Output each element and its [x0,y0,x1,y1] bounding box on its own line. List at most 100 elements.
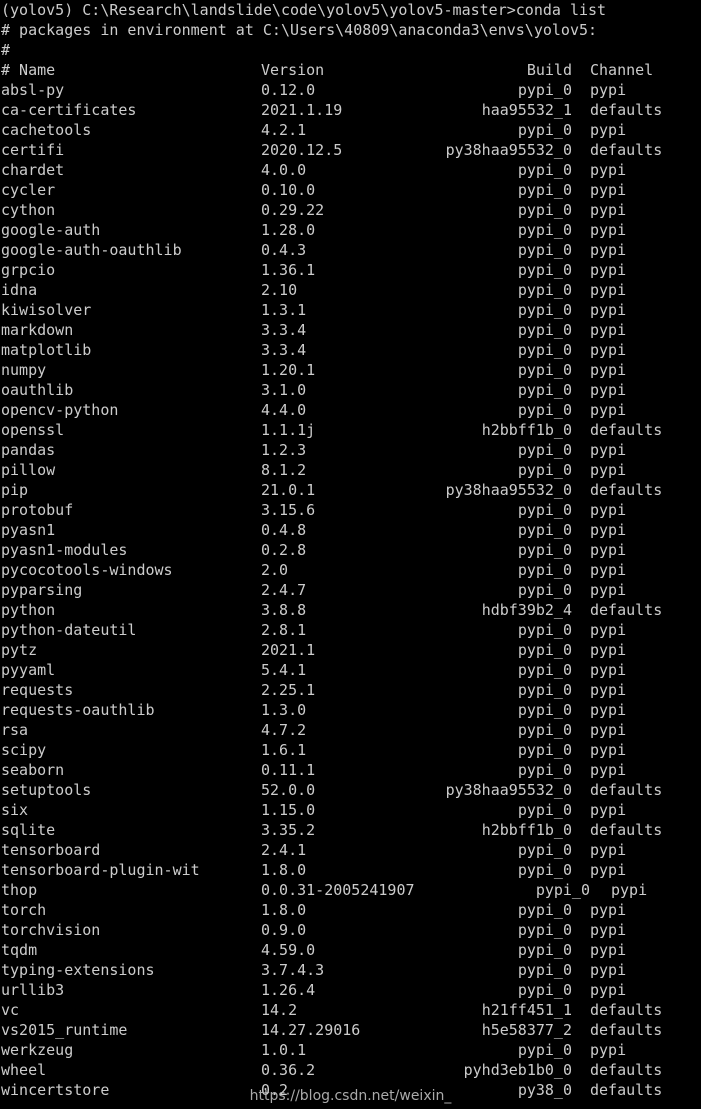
package-channel: pypi [590,301,627,319]
package-name: python-dateutil [1,621,137,639]
package-channel: pypi [590,1041,627,1059]
package-row: google-auth 1.28.0 pypi_0 pypi [0,220,701,240]
package-name: six [1,801,29,819]
package-version: 52.0.0 [261,781,316,799]
package-row: kiwisolver 1.3.1 pypi_0 pypi [0,300,701,320]
package-name: wincertstore [1,1081,110,1099]
package-name: typing-extensions [1,961,155,979]
package-name: scipy [1,741,47,759]
package-table-header: # Name Version Build Channel [0,60,701,80]
package-version: 0.2.8 [261,541,307,559]
package-build: py38_0 [517,1081,572,1099]
package-channel: defaults [590,601,663,619]
package-version: 3.7.4.3 [261,961,325,979]
package-version: 1.1.1j [261,421,316,439]
package-build: pypi_0 [517,501,572,519]
terminal-bottom-edge [0,1104,701,1109]
package-channel: pypi [590,621,627,639]
package-version: 0.9.0 [261,921,307,939]
package-build: pypi_0 [517,861,572,879]
package-name: matplotlib [1,341,92,359]
package-row: pip 21.0.1 py38haa95532_0 defaults [0,480,701,500]
package-build: pypi_0 [517,761,572,779]
package-version: 2.0 [261,561,289,579]
package-channel: defaults [590,101,663,119]
package-row: tqdm 4.59.0 pypi_0 pypi [0,940,701,960]
package-row: pyasn1-modules 0.2.8 pypi_0 pypi [0,540,701,560]
package-channel: pypi [590,261,627,279]
package-version: 3.35.2 [261,821,316,839]
header-version-column: Version [261,61,325,79]
package-row: oauthlib 3.1.0 pypi_0 pypi [0,380,701,400]
package-name: opencv-python [1,401,119,419]
package-channel: pypi [590,961,627,979]
package-channel: pypi [590,361,627,379]
package-name: markdown [1,321,74,339]
package-name: pyasn1 [1,521,56,539]
package-row: werkzeug 1.0.1 pypi_0 pypi [0,1040,701,1060]
package-channel: pypi [590,801,627,819]
package-build: pypi_0 [517,321,572,339]
package-version: 1.0.1 [261,1041,307,1059]
package-channel: pypi [590,741,627,759]
package-row: markdown 3.3.4 pypi_0 pypi [0,320,701,340]
package-build: pypi_0 [517,961,572,979]
terminal-window[interactable]: (yolov5) C:\Research\landslide\code\yolo… [0,0,701,1109]
package-row: openssl 1.1.1j h2bbff1b_0 defaults [0,420,701,440]
package-channel: pypi [590,701,627,719]
package-version: 21.0.1 [261,481,316,499]
package-version: 14.27.29016 [261,1021,361,1039]
package-build: pypi_0 [517,361,572,379]
package-build: pypi_0 [517,1041,572,1059]
package-name: protobuf [1,501,74,519]
package-name: chardet [1,161,65,179]
package-channel: pypi [590,841,627,859]
package-version: 1.26.4 [261,981,316,999]
package-version: 1.3.1 [261,301,307,319]
package-name: cycler [1,181,56,199]
package-version: 5.4.1 [261,661,307,679]
package-row: requests-oauthlib 1.3.0 pypi_0 pypi [0,700,701,720]
package-name: google-auth-oauthlib [1,241,182,259]
package-name: certifi [1,141,65,159]
package-row: python-dateutil 2.8.1 pypi_0 pypi [0,620,701,640]
comment-line-environment: # packages in environment at C:\Users\40… [1,21,598,39]
package-channel: pypi [590,861,627,879]
package-row: six 1.15.0 pypi_0 pypi [0,800,701,820]
package-version: 3.3.4 [261,341,307,359]
package-build: py38haa95532_0 [445,141,572,159]
package-version: 4.2.1 [261,121,307,139]
package-row: torchvision 0.9.0 pypi_0 pypi [0,920,701,940]
package-version: 0.12.0 [261,81,316,99]
package-version: 1.8.0 [261,861,307,879]
package-version: 3.1.0 [261,381,307,399]
package-channel: pypi [590,761,627,779]
package-build: pypi_0 [517,581,572,599]
package-row: opencv-python 4.4.0 pypi_0 pypi [0,400,701,420]
package-version: 1.8.0 [261,901,307,919]
package-row: pytz 2021.1 pypi_0 pypi [0,640,701,660]
package-build: h5e58377_2 [481,1021,572,1039]
package-version: 2021.1.19 [261,101,343,119]
package-name: tqdm [1,941,38,959]
package-build: h21ff451_1 [481,1001,572,1019]
package-build: pypi_0 [517,121,572,139]
package-channel: defaults [590,1081,663,1099]
package-version: 4.7.2 [261,721,307,739]
package-channel: pypi [590,81,627,99]
package-row: pandas 1.2.3 pypi_0 pypi [0,440,701,460]
package-channel: defaults [590,481,663,499]
package-row: thop 0.0.31-2005241907 pypi_0 pypi [0,880,701,900]
package-row: sqlite 3.35.2 h2bbff1b_0 defaults [0,820,701,840]
package-version: 2.25.1 [261,681,316,699]
package-row: requests 2.25.1 pypi_0 pypi [0,680,701,700]
package-build: pypi_0 [517,281,572,299]
package-build: pypi_0 [517,721,572,739]
package-name: pyyaml [1,661,56,679]
package-name: rsa [1,721,29,739]
package-channel: pypi [590,461,627,479]
package-build: pypi_0 [517,841,572,859]
package-row: vc 14.2 h21ff451_1 defaults [0,1000,701,1020]
package-name: pycocotools-windows [1,561,173,579]
package-row: protobuf 3.15.6 pypi_0 pypi [0,500,701,520]
